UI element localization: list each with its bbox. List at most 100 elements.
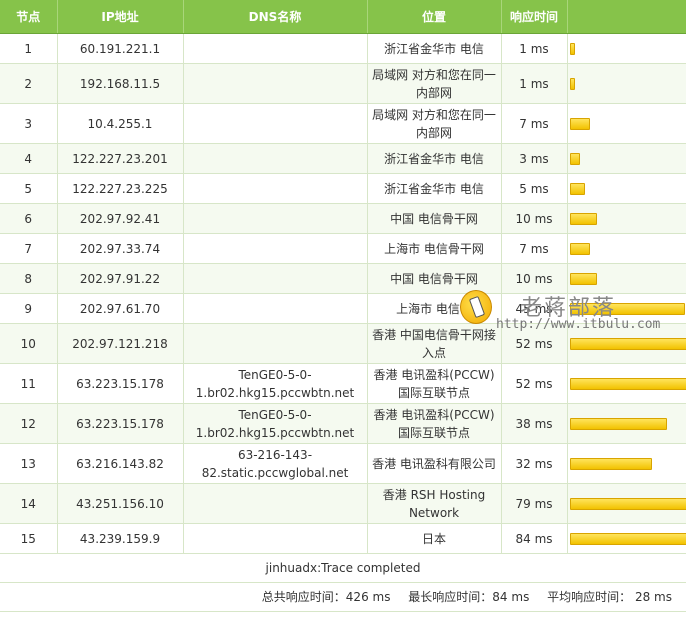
header-node: 节点: [0, 0, 58, 34]
response-bar: [569, 243, 590, 255]
bar-cell: [567, 363, 686, 404]
time-cell: 1 ms: [501, 33, 568, 64]
ip-cell: 63.223.15.178: [57, 403, 184, 444]
location-cell: 浙江省金华市 电信: [367, 33, 502, 64]
dns-cell: 63-216-143-82.static.pccwglobal.net: [183, 443, 368, 484]
location-cell: 浙江省金华市 电信: [367, 143, 502, 174]
trace-table: 节点 IP地址 DNS名称 位置 响应时间 1 60.191.221.1 浙江省…: [0, 0, 686, 612]
node-cell: 15: [0, 523, 58, 554]
response-bar: [569, 273, 597, 285]
dns-cell: [183, 483, 368, 524]
location-cell: 局域网 对方和您在同一内部网: [367, 63, 502, 104]
header-row: 节点 IP地址 DNS名称 位置 响应时间: [0, 0, 686, 34]
response-bar: [569, 78, 575, 90]
dns-cell: [183, 323, 368, 364]
dns-cell: [183, 63, 368, 104]
table-row: 5 122.227.23.225 浙江省金华市 电信 5 ms: [0, 173, 686, 204]
header-bar: [567, 0, 686, 34]
location-cell: 香港 RSH Hosting Network: [367, 483, 502, 524]
avg-response-time: 平均响应时间： 28 ms: [547, 590, 672, 604]
time-cell: 52 ms: [501, 363, 568, 404]
table-row: 14 43.251.156.10 香港 RSH Hosting Network …: [0, 483, 686, 524]
node-cell: 7: [0, 233, 58, 264]
response-bar: [569, 498, 686, 510]
response-bar: [569, 418, 667, 430]
ip-cell: 192.168.11.5: [57, 63, 184, 104]
bar-cell: [567, 233, 686, 264]
ip-cell: 10.4.255.1: [57, 103, 184, 144]
dns-cell: [183, 103, 368, 144]
max-response-time: 最长响应时间：84 ms: [408, 590, 530, 604]
dns-cell: [183, 523, 368, 554]
bar-cell: [567, 483, 686, 524]
node-cell: 1: [0, 33, 58, 64]
time-cell: 3 ms: [501, 143, 568, 174]
ip-cell: 63.223.15.178: [57, 363, 184, 404]
time-cell: 1 ms: [501, 63, 568, 104]
node-cell: 13: [0, 443, 58, 484]
table-row: 2 192.168.11.5 局域网 对方和您在同一内部网 1 ms: [0, 63, 686, 104]
location-cell: 上海市 电信骨: [367, 293, 502, 324]
bar-cell: [567, 403, 686, 444]
bar-cell: [567, 103, 686, 144]
bar-cell: [567, 173, 686, 204]
ip-cell: 202.97.91.22: [57, 263, 184, 294]
dns-cell: [183, 173, 368, 204]
node-cell: 5: [0, 173, 58, 204]
header-location: 位置: [367, 0, 502, 34]
bar-cell: [567, 523, 686, 554]
time-cell: 10 ms: [501, 263, 568, 294]
table-row: 10 202.97.121.218 香港 中国电信骨干网接入点 52 ms: [0, 323, 686, 364]
node-cell: 12: [0, 403, 58, 444]
bar-cell: [567, 63, 686, 104]
location-cell: 浙江省金华市 电信: [367, 173, 502, 204]
ip-cell: 202.97.121.218: [57, 323, 184, 364]
table-row: 4 122.227.23.201 浙江省金华市 电信 3 ms: [0, 143, 686, 174]
table-row: 9 202.97.61.70 上海市 电信骨 45 ms: [0, 293, 686, 324]
location-cell: 中国 电信骨干网: [367, 263, 502, 294]
bar-cell: [567, 203, 686, 234]
node-cell: 4: [0, 143, 58, 174]
status-row: jinhuadx:Trace completed: [0, 553, 686, 583]
location-cell: 局域网 对方和您在同一内部网: [367, 103, 502, 144]
response-bar: [569, 118, 590, 130]
dns-cell: [183, 143, 368, 174]
bar-cell: [567, 293, 686, 324]
dns-cell: TenGE0-5-0-1.br02.hkg15.pccwbtn.net: [183, 403, 368, 444]
table-row: 1 60.191.221.1 浙江省金华市 电信 1 ms: [0, 33, 686, 64]
time-cell: 79 ms: [501, 483, 568, 524]
dns-cell: TenGE0-5-0-1.br02.hkg15.pccwbtn.net: [183, 363, 368, 404]
ip-cell: 60.191.221.1: [57, 33, 184, 64]
location-cell: 中国 电信骨干网: [367, 203, 502, 234]
summary-row: 总共响应时间：426 ms 最长响应时间：84 ms 平均响应时间： 28 ms: [0, 582, 686, 612]
response-bar: [569, 213, 597, 225]
bar-cell: [567, 323, 686, 364]
dns-cell: [183, 293, 368, 324]
location-cell: 日本: [367, 523, 502, 554]
ip-cell: 43.251.156.10: [57, 483, 184, 524]
ip-cell: 202.97.92.41: [57, 203, 184, 234]
dns-cell: [183, 233, 368, 264]
response-bar: [569, 183, 585, 195]
ip-cell: 43.239.159.9: [57, 523, 184, 554]
ip-cell: 63.216.143.82: [57, 443, 184, 484]
total-response-time: 总共响应时间：426 ms: [261, 590, 391, 604]
node-cell: 10: [0, 323, 58, 364]
summary-cell: 总共响应时间：426 ms 最长响应时间：84 ms 平均响应时间： 28 ms: [0, 582, 686, 612]
location-cell: 香港 电讯盈科(PCCW)国际互联节点: [367, 363, 502, 404]
node-cell: 2: [0, 63, 58, 104]
node-cell: 6: [0, 203, 58, 234]
header-ip: IP地址: [57, 0, 184, 34]
time-cell: 45 ms: [501, 293, 568, 324]
time-cell: 5 ms: [501, 173, 568, 204]
response-bar: [569, 338, 686, 350]
response-bar: [569, 303, 685, 315]
location-cell: 上海市 电信骨干网: [367, 233, 502, 264]
time-cell: 10 ms: [501, 203, 568, 234]
response-bar: [569, 43, 575, 55]
table-row: 8 202.97.91.22 中国 电信骨干网 10 ms: [0, 263, 686, 294]
response-bar: [569, 153, 580, 165]
bar-cell: [567, 443, 686, 484]
response-bar: [569, 458, 652, 470]
table-row: 11 63.223.15.178 TenGE0-5-0-1.br02.hkg15…: [0, 363, 686, 404]
